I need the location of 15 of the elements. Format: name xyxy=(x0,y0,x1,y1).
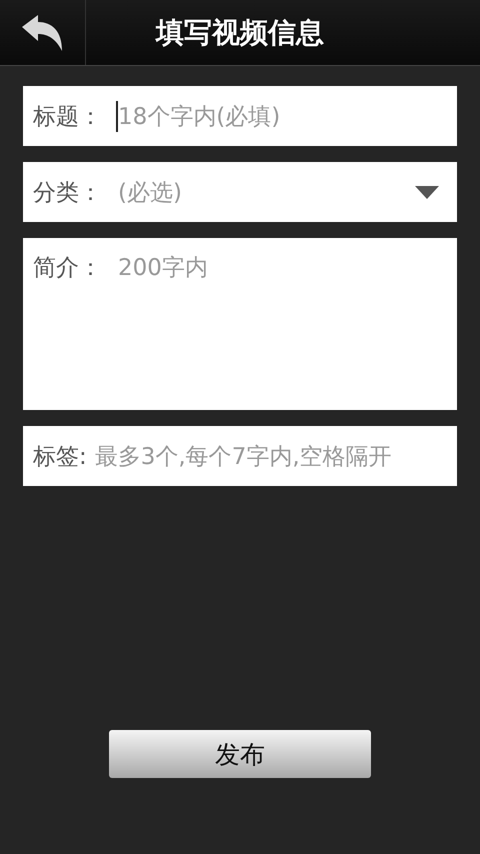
input-field[interactable]: 标签: 最多3个,每个7字内,空格隔开 xyxy=(23,426,457,486)
field-label: 标签: xyxy=(33,442,87,472)
placeholder-text: 200字内 xyxy=(117,254,209,283)
page-title: 填写视频信息 xyxy=(156,14,324,50)
description-field[interactable]: 简介： 200字内 xyxy=(23,238,457,410)
placeholder-text: 最多3个,每个7字内,空格隔开 xyxy=(94,442,393,472)
publish-button[interactable]: 发布 xyxy=(109,730,371,778)
field-label: 简介： xyxy=(33,254,102,283)
category-select[interactable]: 分类： (必选) xyxy=(23,162,457,222)
placeholder-text: (必选) xyxy=(117,178,183,208)
placeholder-text: 18个字内(必填) xyxy=(116,100,447,132)
input-field[interactable]: 标题： 18个字内(必填) xyxy=(23,86,457,146)
field-label: 标题： xyxy=(33,102,102,132)
dropdown-caret-icon xyxy=(415,186,439,198)
field-label: 分类： xyxy=(33,178,102,208)
